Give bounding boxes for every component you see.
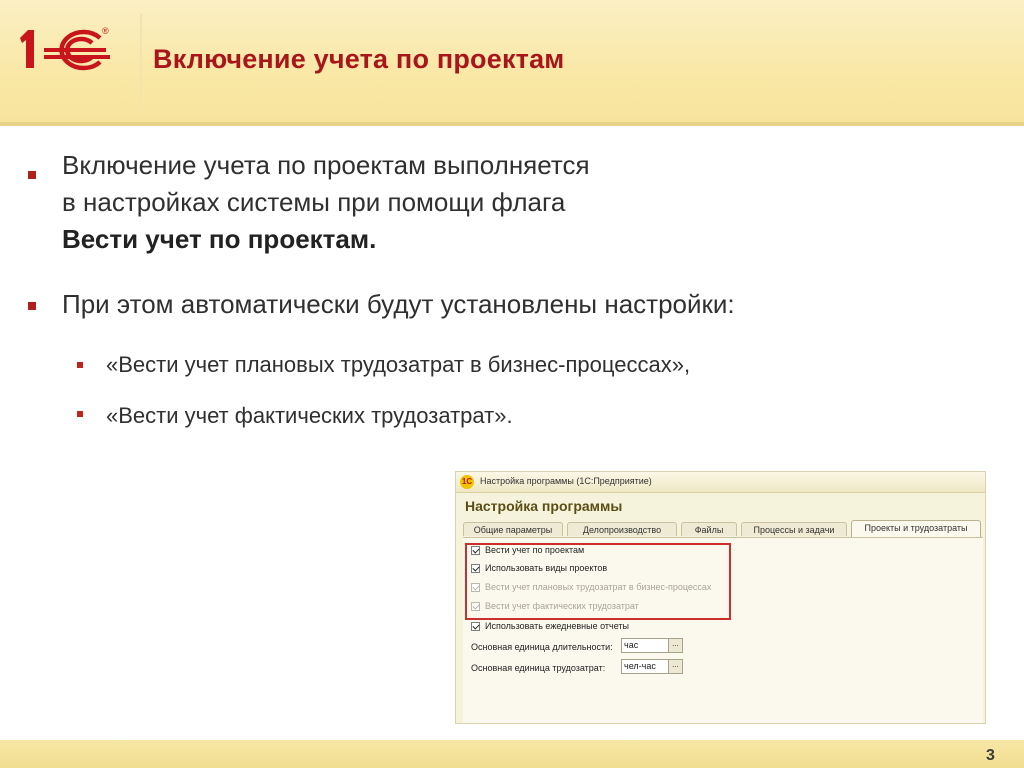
- header-divider: [0, 122, 1024, 126]
- tab-general[interactable]: Общие параметры: [463, 522, 563, 536]
- tab-panel-projects: Вести учет по проектам Использовать виды…: [463, 537, 983, 723]
- duration-unit-value: час: [624, 640, 639, 650]
- labor-unit-value: чел-час: [624, 661, 656, 671]
- duration-unit-label: Основная единица длительности:: [471, 642, 613, 652]
- bullet-1-flag-name: Вести учет по проектам.: [62, 224, 377, 254]
- choose-button[interactable]: ...: [668, 639, 682, 652]
- sub-bullet-1: «Вести учет плановых трудозатрат в бизне…: [106, 352, 691, 377]
- tab-projects-labor[interactable]: Проекты и трудозатраты: [851, 520, 981, 538]
- slide-footer: [0, 740, 1024, 768]
- header-separator: [140, 14, 142, 110]
- tab-files[interactable]: Файлы: [681, 522, 737, 536]
- checkbox-disabled: [471, 602, 480, 611]
- settings-screenshot: 1С Настройка программы (1С:Предприятие) …: [455, 471, 986, 724]
- duration-unit-field[interactable]: час ...: [621, 638, 683, 653]
- checkbox-label: Использовать ежедневные отчеты: [485, 621, 630, 631]
- 1c-app-icon: 1С: [460, 475, 474, 489]
- bullet-1-line-2: в настройках системы при помощи флага: [62, 187, 566, 217]
- checkbox[interactable]: [471, 622, 480, 631]
- settings-heading: Настройка программы: [465, 498, 623, 514]
- sub-bullet-marker: [77, 362, 83, 368]
- registered-mark: ®: [102, 26, 109, 36]
- checkbox[interactable]: [471, 564, 480, 573]
- window-title: Настройка программы (1С:Предприятие): [480, 476, 652, 486]
- checkbox-label: Использовать виды проектов: [485, 563, 608, 573]
- bullet-marker: [28, 302, 36, 310]
- bullet-1: Включение учета по проектам выполняется …: [62, 147, 590, 258]
- choose-button[interactable]: ...: [668, 660, 682, 673]
- window-titlebar: 1С Настройка программы (1С:Предприятие): [456, 472, 985, 493]
- tab-records-management[interactable]: Делопроизводство: [567, 522, 677, 536]
- 1c-logo-icon: ®: [20, 26, 110, 71]
- sub-bullet-2: «Вести учет фактических трудозатрат».: [106, 403, 513, 428]
- checkbox-label: Вести учет плановых трудозатрат в бизнес…: [485, 582, 712, 592]
- labor-unit-field[interactable]: чел-час ...: [621, 659, 683, 674]
- checkbox-label: Вести учет фактических трудозатрат: [485, 601, 639, 611]
- tab-processes-tasks[interactable]: Процессы и задачи: [741, 522, 847, 536]
- page-number: 3: [986, 747, 995, 764]
- settings-tabs: Общие параметры Делопроизводство Файлы П…: [463, 520, 983, 538]
- checkbox-disabled: [471, 583, 480, 592]
- labor-unit-label: Основная единица трудозатрат:: [471, 663, 606, 673]
- checkbox-label: Вести учет по проектам: [485, 545, 585, 555]
- bullet-1-line-1: Включение учета по проектам выполняется: [62, 150, 590, 180]
- slide-title: Включение учета по проектам: [153, 44, 565, 74]
- bullet-2: При этом автоматически будут установлены…: [62, 289, 735, 319]
- sub-bullet-marker: [77, 411, 83, 417]
- bullet-marker: [28, 171, 36, 179]
- checkbox[interactable]: [471, 546, 480, 555]
